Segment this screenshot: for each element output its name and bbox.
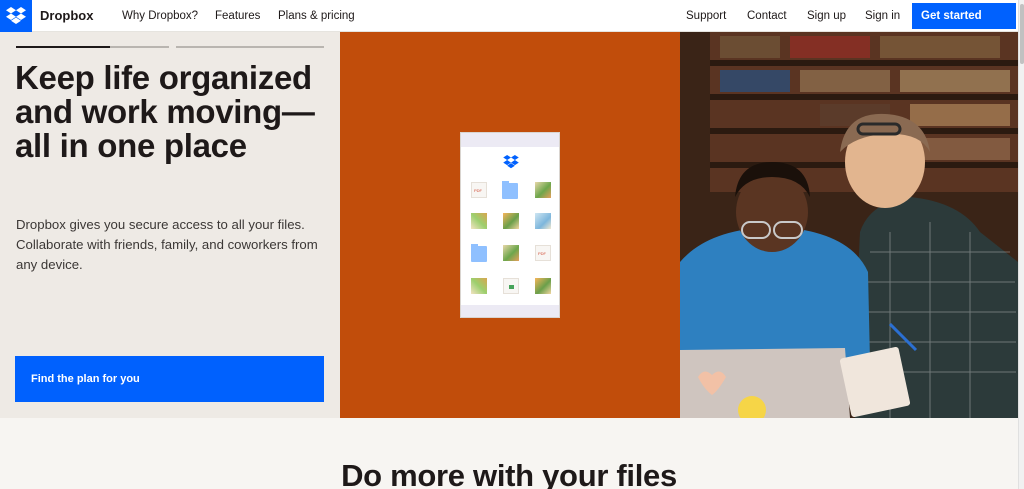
image-file-icon	[471, 278, 487, 294]
section-title: Do more with your files	[341, 458, 677, 489]
folder-icon	[471, 244, 487, 262]
nav-link-contact[interactable]: Contact	[747, 10, 787, 22]
carousel-progress-next[interactable]	[176, 46, 324, 48]
hero-headline: Keep life organized and work moving—all …	[15, 59, 315, 164]
hero-photo	[680, 32, 1018, 418]
phone-bottom-bar	[461, 305, 559, 317]
find-plan-button[interactable]: Find the plan for you	[15, 356, 324, 402]
hero-text-panel: Keep life organized and work moving—all …	[0, 32, 340, 418]
page: Dropbox Why Dropbox? Features Plans & pr…	[0, 0, 1024, 489]
image-file-icon	[535, 182, 551, 198]
folder-icon	[502, 181, 518, 199]
nav-link-plans-pricing[interactable]: Plans & pricing	[278, 10, 355, 22]
carousel-progress-active[interactable]	[16, 46, 110, 48]
image-file-icon	[503, 245, 519, 261]
page-scrollbar[interactable]	[1018, 0, 1024, 489]
nav-link-support[interactable]: Support	[686, 10, 726, 22]
phone-status-bar	[461, 133, 559, 147]
image-file-icon	[535, 213, 551, 229]
get-started-button[interactable]: Get started	[912, 3, 1016, 29]
top-nav: Dropbox Why Dropbox? Features Plans & pr…	[0, 0, 1024, 32]
image-file-icon	[503, 213, 519, 229]
hero-subtext: Dropbox gives you secure access to all y…	[16, 217, 318, 272]
nav-link-why-dropbox[interactable]: Why Dropbox?	[122, 10, 198, 22]
brand-name[interactable]: Dropbox	[40, 8, 93, 23]
scrollbar-thumb[interactable]	[1020, 4, 1024, 64]
carousel-progress-track[interactable]	[110, 46, 169, 48]
document-file-icon	[503, 278, 519, 294]
pdf-file-icon	[471, 182, 487, 198]
image-file-icon	[471, 213, 487, 229]
nav-link-sign-in[interactable]: Sign in	[865, 10, 900, 22]
hero-illustration-panel	[340, 32, 680, 418]
phone-mockup	[460, 132, 560, 318]
dropbox-logo-icon[interactable]	[0, 0, 32, 32]
nav-link-features[interactable]: Features	[215, 10, 260, 22]
pdf-file-icon	[535, 245, 551, 261]
library-photo-illustration	[680, 32, 1018, 418]
image-file-icon	[535, 278, 551, 294]
dropbox-logo-icon	[503, 155, 519, 174]
nav-link-sign-up[interactable]: Sign up	[807, 10, 846, 22]
